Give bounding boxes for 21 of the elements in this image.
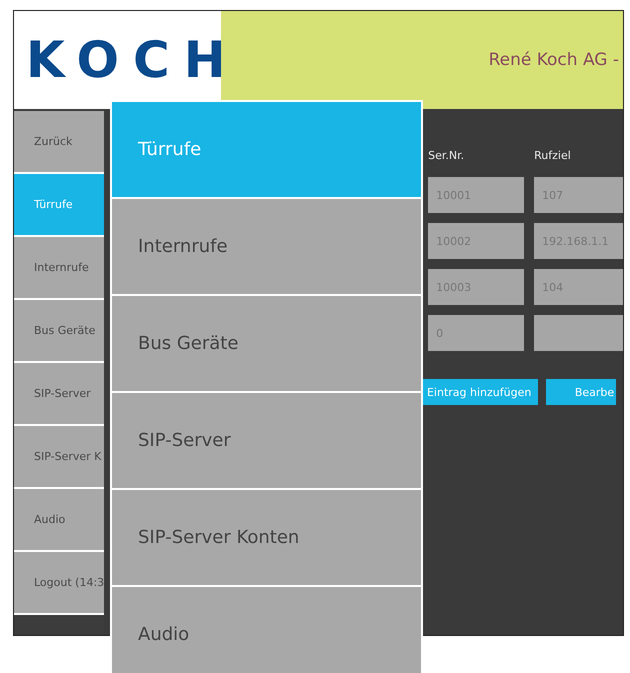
logo: KOCH [26,31,240,89]
sidebar-item[interactable]: Audio [14,489,104,552]
sidebar-item[interactable]: Logout (14:3 [14,552,104,615]
sidebar-item[interactable]: Türrufe [14,174,104,237]
sidebar-item[interactable]: Internrufe [14,237,104,300]
sidebar-item[interactable]: Zurück [14,111,104,174]
menu-item[interactable]: Türrufe [112,102,421,197]
input-field[interactable] [534,315,623,351]
menu-item[interactable]: Bus Geräte [112,296,421,391]
menu-item[interactable]: SIP-Server Konten [112,490,421,585]
column-header: Ser.Nr. [428,149,466,164]
sidebar-item[interactable]: SIP-Server K [14,426,104,489]
company-title: René Koch AG - [488,50,619,70]
menu-item[interactable]: SIP-Server [112,393,421,488]
menu-item[interactable]: Audio [112,587,421,673]
column-header: Rufziel [534,149,572,164]
menu-item[interactable]: Internrufe [112,199,421,294]
action-button[interactable]: Bearbe [546,379,616,405]
sidebar-item[interactable]: Bus Geräte [14,300,104,363]
action-button[interactable]: Eintrag hinzufügen [420,379,538,405]
sidebar-item[interactable]: SIP-Server [14,363,104,426]
